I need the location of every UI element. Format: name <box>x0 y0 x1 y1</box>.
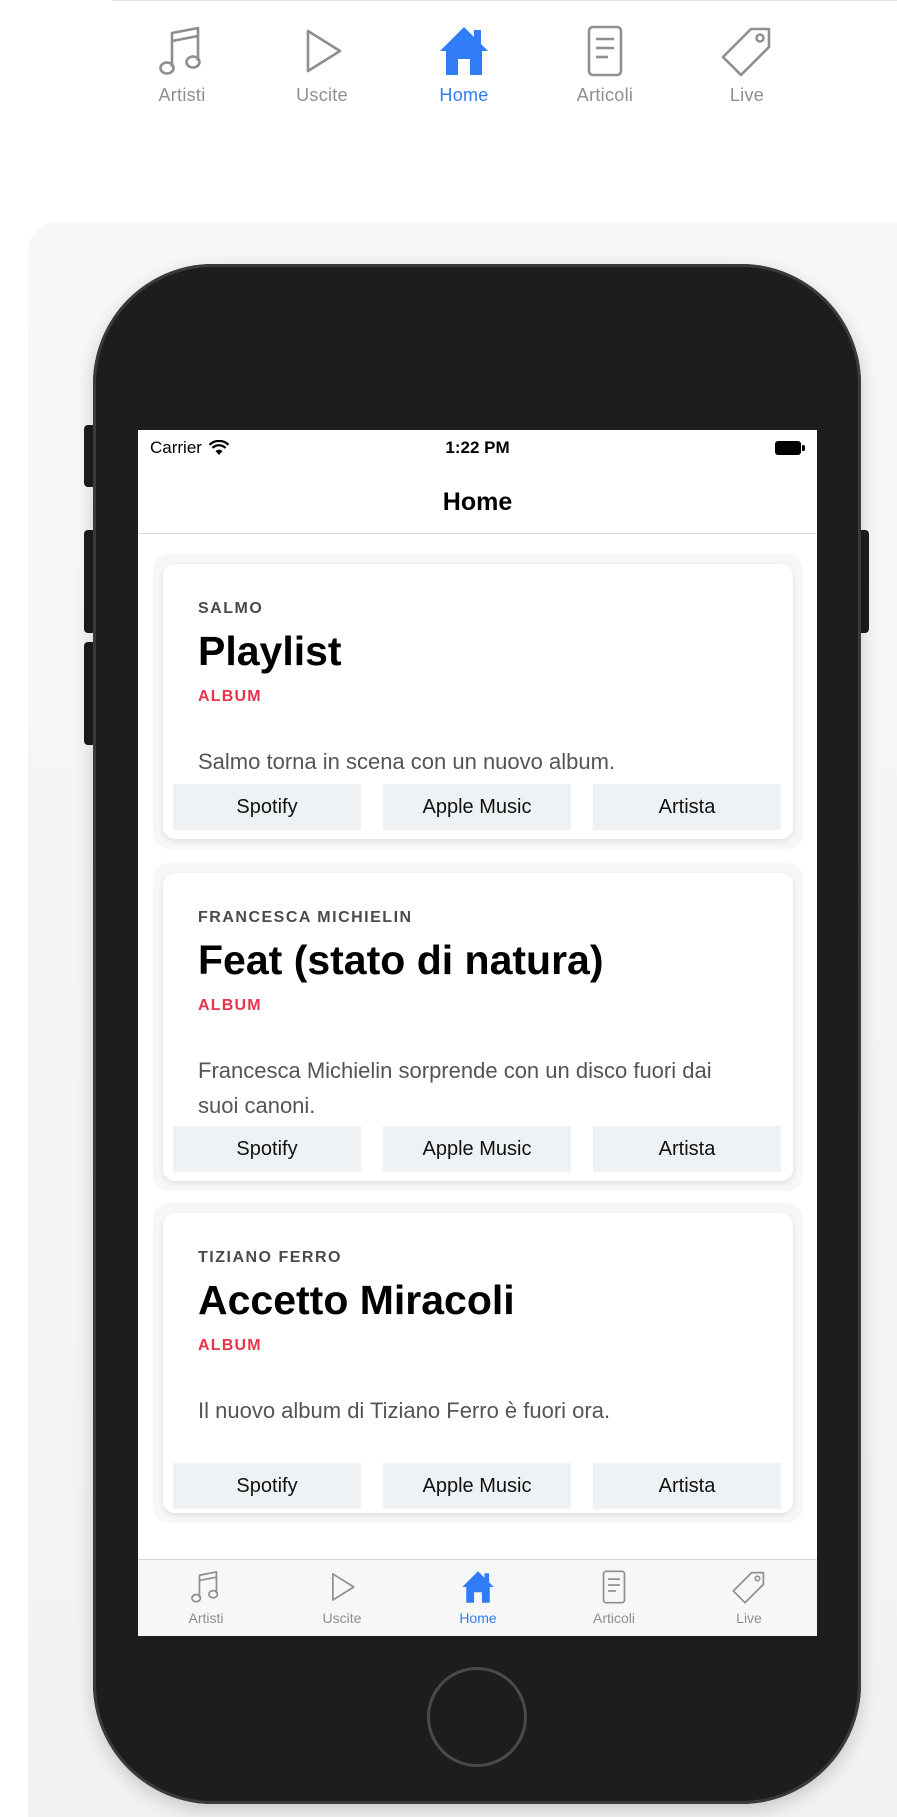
preview-tab-home[interactable]: Home <box>394 1 534 119</box>
card-type: ALBUM <box>198 688 262 705</box>
card-type: ALBUM <box>198 997 262 1014</box>
tab-label: Live <box>736 1610 762 1626</box>
card-title: Playlist <box>198 628 342 674</box>
tab-label: Uscite <box>296 85 348 105</box>
preview-tab-bar: Artisti Uscite Home Articoli Live <box>112 0 897 118</box>
release-card-container: FRANCESCA MICHIELIN Feat (stato di natur… <box>153 863 803 1191</box>
play-icon <box>325 1568 359 1606</box>
document-icon <box>597 1568 631 1606</box>
spotify-button[interactable]: Spotify <box>173 784 361 830</box>
card-actions: Spotify Apple Music Artista <box>173 784 783 830</box>
tab-label: Live <box>729 85 765 105</box>
tab-label: Articoli <box>576 85 634 105</box>
tab-label: Home <box>459 1610 497 1626</box>
tab-label: Artisti <box>158 85 206 105</box>
home-hardware-button[interactable] <box>427 1667 527 1767</box>
music-note-icon <box>189 1568 223 1606</box>
navigation-bar: Home <box>138 470 817 534</box>
preview-tab-live[interactable]: Live <box>677 1 817 119</box>
document-icon <box>579 23 631 79</box>
artist-button[interactable]: Artista <box>593 1126 781 1172</box>
tag-icon <box>721 23 773 79</box>
phone-screen: Carrier 1:22 PM Home SALMO Playlist ALBU… <box>138 430 817 1636</box>
status-bar: Carrier 1:22 PM <box>138 430 817 470</box>
spotify-button[interactable]: Spotify <box>173 1126 361 1172</box>
preview-tab-uscite[interactable]: Uscite <box>252 1 392 119</box>
apple-music-button[interactable]: Apple Music <box>383 784 571 830</box>
artist-button[interactable]: Artista <box>593 784 781 830</box>
music-note-icon <box>156 23 208 79</box>
apple-music-button[interactable]: Apple Music <box>383 1463 571 1509</box>
tab-uscite[interactable]: Uscite <box>274 1560 410 1636</box>
card-title: Feat (stato di natura) <box>198 937 604 983</box>
home-icon <box>461 1568 495 1606</box>
spotify-button[interactable]: Spotify <box>173 1463 361 1509</box>
release-card[interactable]: SALMO Playlist ALBUM Salmo torna in scen… <box>163 564 793 839</box>
preview-tab-artisti[interactable]: Artisti <box>112 1 252 119</box>
release-card-container: TIZIANO FERRO Accetto Miracoli ALBUM Il … <box>153 1203 803 1523</box>
card-title: Accetto Miracoli <box>198 1277 515 1323</box>
tab-home[interactable]: Home <box>410 1560 546 1636</box>
tab-articoli[interactable]: Articoli <box>546 1560 682 1636</box>
tab-label: Uscite <box>322 1610 362 1626</box>
card-actions: Spotify Apple Music Artista <box>173 1126 783 1172</box>
tab-label: Articoli <box>592 1610 635 1626</box>
card-artist: SALMO <box>198 600 264 617</box>
tab-artisti[interactable]: Artisti <box>138 1560 274 1636</box>
preview-tab-articoli[interactable]: Articoli <box>535 1 675 119</box>
card-actions: Spotify Apple Music Artista <box>173 1463 783 1509</box>
apple-music-button[interactable]: Apple Music <box>383 1126 571 1172</box>
release-card[interactable]: TIZIANO FERRO Accetto Miracoli ALBUM Il … <box>163 1213 793 1513</box>
card-artist: TIZIANO FERRO <box>198 1249 342 1266</box>
tab-label: Home <box>439 85 489 105</box>
tab-label: Artisti <box>188 1610 224 1626</box>
release-card[interactable]: FRANCESCA MICHIELIN Feat (stato di natur… <box>163 873 793 1181</box>
card-description: Salmo torna in scena con un nuovo album. <box>198 749 616 774</box>
tab-live[interactable]: Live <box>681 1560 817 1636</box>
card-description: Il nuovo album di Tiziano Ferro è fuori … <box>198 1398 611 1423</box>
status-time: 1:22 PM <box>445 438 510 457</box>
card-type: ALBUM <box>198 1337 262 1354</box>
release-card-container: SALMO Playlist ALBUM Salmo torna in scen… <box>153 554 803 849</box>
play-icon <box>296 23 348 79</box>
card-artist: FRANCESCA MICHIELIN <box>198 909 413 926</box>
page-title: Home <box>442 488 513 516</box>
tag-icon <box>732 1568 766 1606</box>
battery-icon <box>775 441 805 455</box>
home-icon <box>438 23 490 79</box>
card-description: Francesca Michielin sorprende con un dis… <box>198 1058 712 1118</box>
tab-bar: Artisti Uscite Home Articoli Live <box>138 1559 817 1636</box>
artist-button[interactable]: Artista <box>593 1463 781 1509</box>
release-feed[interactable]: SALMO Playlist ALBUM Salmo torna in scen… <box>138 535 817 1559</box>
